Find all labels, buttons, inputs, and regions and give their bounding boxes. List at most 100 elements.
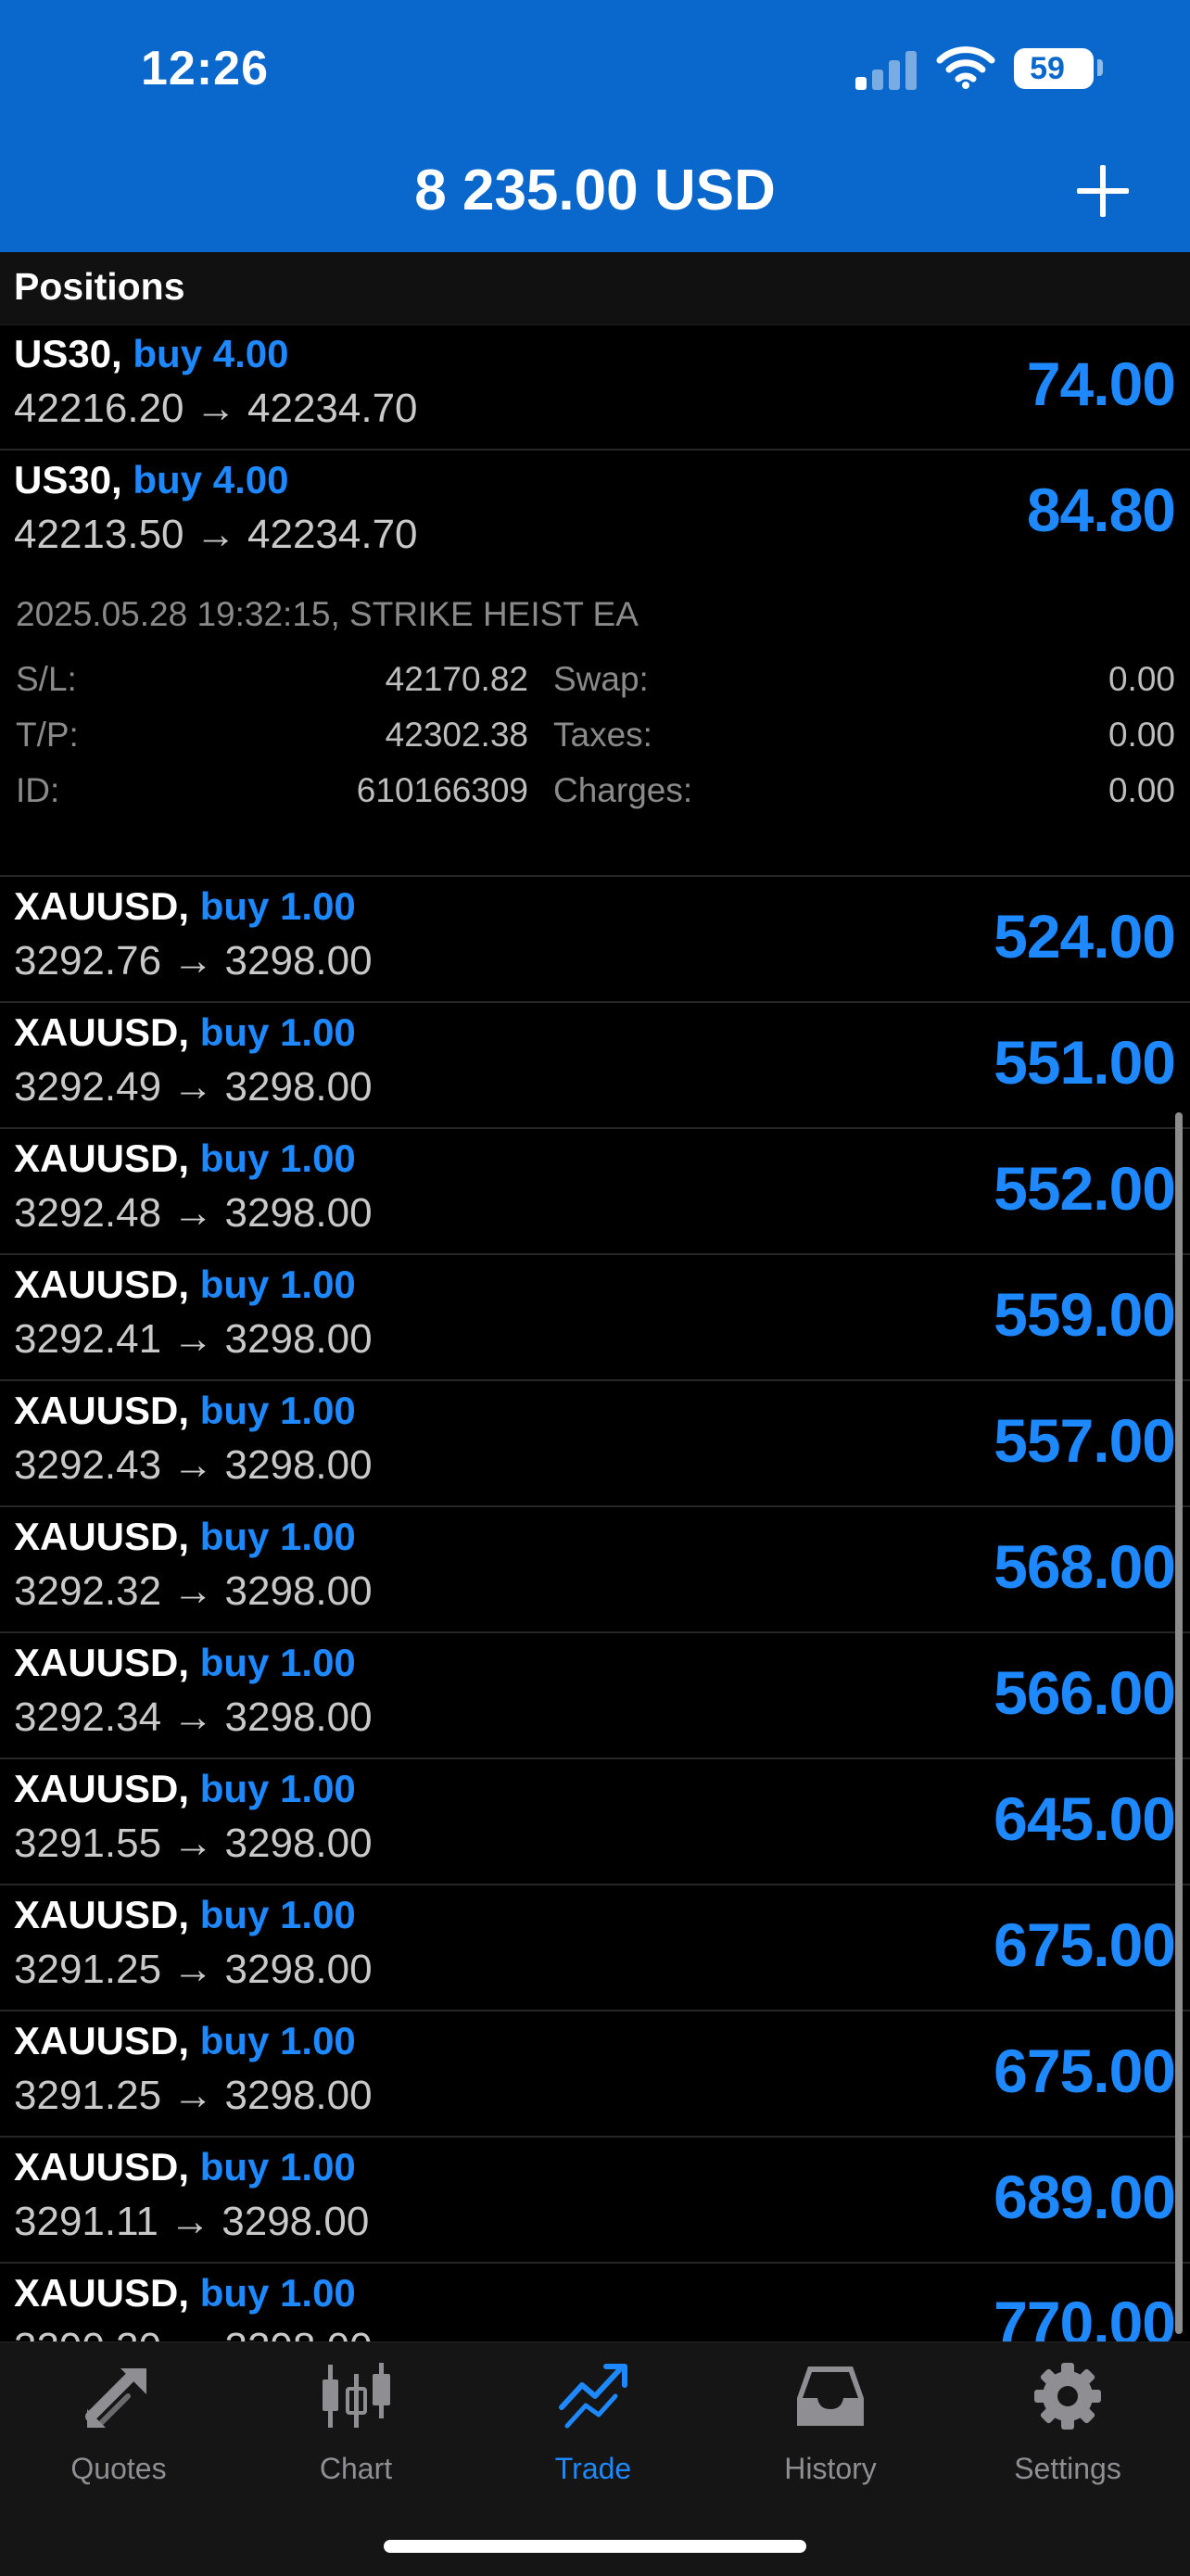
- position-profit: 675.00: [994, 1910, 1176, 1979]
- arrow-icon: →: [172, 1694, 214, 1740]
- position-row[interactable]: XAUUSD, buy 1.00 3291.11 → 3298.00 689.0…: [0, 2138, 1190, 2264]
- taxes-label: Taxes:: [553, 716, 652, 754]
- plus-icon: [1077, 165, 1129, 217]
- charges-label: Charges:: [553, 771, 693, 809]
- position-row[interactable]: XAUUSD, buy 1.00 3292.49 → 3298.00 551.0…: [0, 1003, 1190, 1129]
- position-profit: 559.00: [994, 1280, 1176, 1349]
- current-price: 3298.00: [224, 1947, 373, 1992]
- open-price: 3291.55: [14, 1821, 162, 1866]
- charges-value: 0.00: [1108, 771, 1175, 809]
- home-indicator[interactable]: [384, 2540, 806, 2553]
- position-symbol: US30,: [14, 458, 122, 501]
- history-icon: [797, 2367, 864, 2426]
- position-symbol: XAUUSD,: [14, 2271, 190, 2315]
- position-side: buy 4.00: [133, 458, 289, 501]
- current-price: 3298.00: [222, 2199, 370, 2244]
- arrow-icon: →: [172, 2073, 214, 2118]
- open-price: 3291.25: [14, 1947, 162, 1992]
- tab-quotes[interactable]: Quotes: [0, 2361, 237, 2491]
- open-price: 3292.49: [14, 1064, 162, 1110]
- tab-history[interactable]: History: [712, 2361, 949, 2491]
- position-side: buy 1.00: [199, 884, 356, 928]
- position-side: buy 1.00: [199, 2019, 356, 2062]
- current-price: 3298.00: [224, 1821, 373, 1866]
- sl-label: S/L:: [16, 660, 77, 698]
- position-profit: 84.80: [1026, 476, 1176, 544]
- positions-title: Positions: [14, 265, 185, 308]
- current-price: 3298.00: [224, 1694, 373, 1740]
- position-profit: 552.00: [994, 1154, 1176, 1223]
- tab-chart[interactable]: Chart: [237, 2361, 475, 2491]
- current-price: 3298.00: [224, 2073, 373, 2118]
- open-price: 3291.25: [14, 2073, 162, 2118]
- open-price: 3292.48: [14, 1190, 162, 1236]
- battery-level: 59: [1030, 51, 1065, 86]
- open-price: 3291.11: [14, 2199, 158, 2244]
- position-profit: 551.00: [994, 1028, 1176, 1097]
- open-price: 3292.76: [14, 938, 162, 983]
- trade-icon: [559, 2364, 627, 2429]
- position-row[interactable]: XAUUSD, buy 1.00 3291.25 → 3298.00 675.0…: [0, 1885, 1190, 2011]
- tab-label: Settings: [1014, 2452, 1121, 2485]
- scrollbar[interactable]: [1175, 1112, 1183, 2334]
- current-price: 3298.00: [224, 1442, 373, 1488]
- position-symbol: XAUUSD,: [14, 1263, 190, 1306]
- arrow-icon: →: [172, 1316, 214, 1362]
- position-side: buy 1.00: [199, 2145, 356, 2189]
- position-row[interactable]: XAUUSD, buy 1.00 3291.25 → 3298.00 675.0…: [0, 2011, 1190, 2138]
- position-symbol: XAUUSD,: [14, 1641, 190, 1684]
- add-order-button[interactable]: [1075, 163, 1131, 219]
- current-price: 3298.00: [224, 1064, 373, 1110]
- position-row[interactable]: US30, buy 4.00 42216.20 → 42234.70 74.00: [0, 324, 1190, 450]
- position-row[interactable]: XAUUSD, buy 1.00 3292.48 → 3298.00 552.0…: [0, 1129, 1190, 1255]
- arrow-icon: →: [172, 1064, 214, 1110]
- position-row[interactable]: US30, buy 4.00 42213.50 → 42234.70 84.80: [0, 450, 1190, 575]
- id-value: 610166309: [356, 771, 528, 809]
- position-symbol: XAUUSD,: [14, 884, 190, 928]
- open-price: 42216.20: [14, 386, 184, 431]
- current-price: 3298.00: [224, 1190, 373, 1236]
- position-side: buy 1.00: [199, 1893, 356, 1936]
- position-row[interactable]: XAUUSD, buy 1.00 3292.43 → 3298.00 557.0…: [0, 1381, 1190, 1507]
- wifi-icon: [936, 46, 995, 89]
- position-row[interactable]: XAUUSD, buy 1.00 3292.76 → 3298.00 524.0…: [0, 877, 1190, 1003]
- open-price: 3292.41: [14, 1316, 162, 1362]
- tab-settings[interactable]: Settings: [949, 2361, 1186, 2491]
- position-symbol: XAUUSD,: [14, 2019, 190, 2062]
- open-price: 42213.50: [14, 512, 184, 557]
- position-symbol: XAUUSD,: [14, 1893, 190, 1936]
- positions-section-header: Positions: [0, 252, 1190, 325]
- position-side: buy 1.00: [199, 1263, 356, 1306]
- position-profit: 557.00: [994, 1406, 1176, 1475]
- position-row[interactable]: XAUUSD, buy 1.00 3291.55 → 3298.00 645.0…: [0, 1759, 1190, 1885]
- battery-tip: [1097, 59, 1103, 76]
- position-side: buy 1.00: [199, 2271, 356, 2315]
- arrow-icon: →: [172, 1821, 214, 1866]
- position-profit: 566.00: [994, 1658, 1176, 1727]
- position-side: buy 1.00: [199, 1515, 356, 1558]
- position-side: buy 1.00: [199, 1641, 356, 1684]
- position-row[interactable]: XAUUSD, buy 1.00 3292.41 → 3298.00 559.0…: [0, 1255, 1190, 1381]
- position-details: 2025.05.28 19:32:15, STRIKE HEIST EA S/L…: [0, 575, 1190, 877]
- tab-trade[interactable]: Trade: [475, 2361, 712, 2491]
- current-price: 3298.00: [224, 1568, 373, 1614]
- position-symbol: XAUUSD,: [14, 1136, 190, 1180]
- position-symbol: XAUUSD,: [14, 1767, 190, 1810]
- position-profit: 74.00: [1026, 349, 1176, 418]
- position-row[interactable]: XAUUSD, buy 1.00 3292.34 → 3298.00 566.0…: [0, 1633, 1190, 1759]
- position-side: buy 1.00: [199, 1767, 356, 1810]
- arrow-icon: →: [195, 386, 236, 431]
- tab-label: Trade: [554, 2452, 632, 2485]
- arrow-icon: →: [172, 1947, 214, 1992]
- current-price: 42234.70: [247, 512, 418, 557]
- position-profit: 675.00: [994, 2037, 1176, 2105]
- chart-icon: [323, 2363, 390, 2428]
- account-balance: 8 235.00 USD: [414, 159, 776, 222]
- position-row[interactable]: XAUUSD, buy 1.00 3292.32 → 3298.00 568.0…: [0, 1507, 1190, 1633]
- position-side: buy 4.00: [133, 332, 289, 375]
- swap-label: Swap:: [553, 660, 649, 698]
- tab-label: Quotes: [70, 2452, 167, 2485]
- position-side: buy 1.00: [199, 1389, 356, 1432]
- position-symbol: US30,: [14, 332, 122, 375]
- positions-list[interactable]: US30, buy 4.00 42216.20 → 42234.70 74.00…: [0, 324, 1190, 2388]
